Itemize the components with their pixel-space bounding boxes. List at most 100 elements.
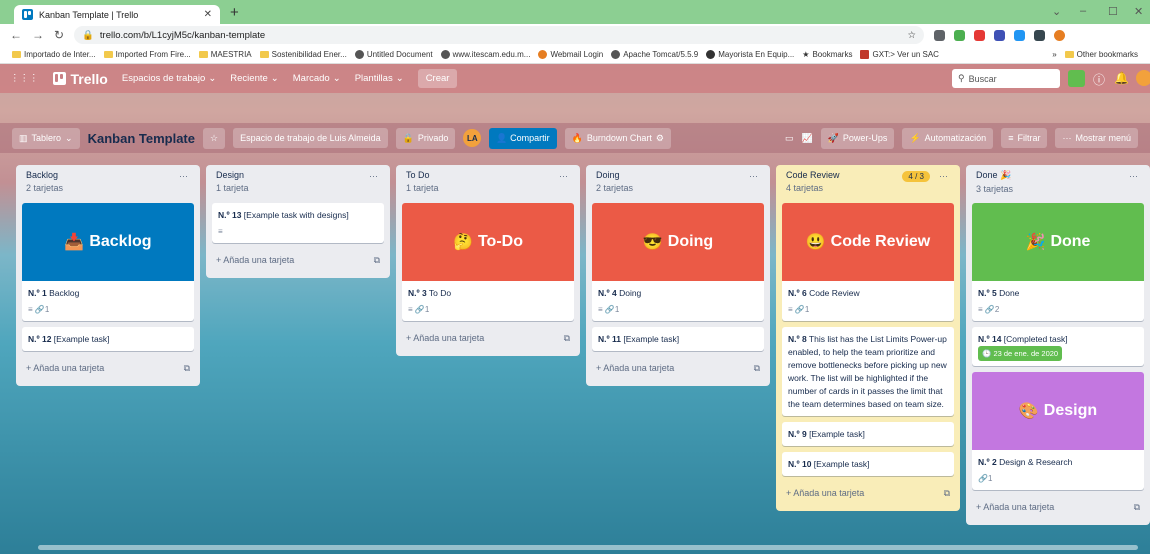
atlassian-icon[interactable] xyxy=(1068,70,1085,87)
list-header[interactable]: Done 🎉 3 tarjetas ··· xyxy=(972,165,1144,203)
template-icon[interactable]: ⧉ xyxy=(374,255,380,266)
close-tab-icon[interactable]: ✕ xyxy=(204,9,212,20)
create-button[interactable]: Crear xyxy=(417,69,458,88)
minimize-icon[interactable]: – xyxy=(1080,5,1086,17)
burndown-chart-button[interactable]: 🔥 Burndown Chart ⚙ xyxy=(564,127,671,149)
list-menu-icon[interactable]: ··· xyxy=(939,171,948,181)
list-header[interactable]: Code Review 4 tarjetas 4 / 3 ··· xyxy=(782,165,954,203)
search-input[interactable]: ⚲ Buscar xyxy=(952,69,1060,88)
list-menu-icon[interactable]: ··· xyxy=(369,171,378,181)
bookmark-item[interactable]: Mayorista En Equip... xyxy=(706,50,794,59)
profile-icon[interactable] xyxy=(1054,29,1066,41)
list-header[interactable]: Backlog 2 tarjetas ··· xyxy=(22,165,194,203)
list-menu-icon[interactable]: ··· xyxy=(749,171,758,181)
chart-icon[interactable]: 📈 xyxy=(801,133,812,144)
extension-icon[interactable] xyxy=(954,29,966,41)
bookmark-item[interactable]: Apache Tomcat/5.5.9 xyxy=(611,50,698,59)
board-title[interactable]: Kanban Template xyxy=(88,131,195,146)
calendar-icon[interactable]: ▭ xyxy=(785,133,794,144)
template-icon[interactable]: ⧉ xyxy=(754,363,760,374)
extension-icon[interactable] xyxy=(994,29,1006,41)
workspace-button[interactable]: Espacio de trabajo de Luis Almeida xyxy=(233,128,388,148)
automation-button[interactable]: ⚡ Automatización xyxy=(902,127,994,149)
template-icon[interactable]: ⧉ xyxy=(564,333,570,344)
card[interactable]: N.º 9 [Example task] xyxy=(782,422,954,446)
list-title[interactable]: Backlog xyxy=(26,170,190,180)
list-menu-icon[interactable]: ··· xyxy=(559,171,568,181)
url-input[interactable]: 🔒 trello.com/b/L1cyjM5c/kanban-template … xyxy=(74,26,925,44)
bookmarks-overflow[interactable]: » xyxy=(1052,50,1056,59)
template-icon[interactable]: ⧉ xyxy=(184,363,190,374)
list-title[interactable]: Done 🎉 xyxy=(976,170,1140,181)
forward-icon[interactable]: → xyxy=(32,28,44,42)
show-menu-button[interactable]: ··· Mostrar menú xyxy=(1055,128,1138,148)
menu-workspaces[interactable]: Espacios de trabajo ⌄ xyxy=(122,73,216,84)
share-button[interactable]: 👤 Compartir xyxy=(489,127,557,149)
list-title[interactable]: Doing xyxy=(596,170,760,180)
extension-icon[interactable] xyxy=(1034,29,1046,41)
bookmark-item[interactable]: ★ Bookmarks xyxy=(802,50,852,59)
bookmark-item[interactable]: Sostenibilidad Ener... xyxy=(259,50,347,59)
card[interactable]: 😃 Code Review N.º 6 Code Review ≡ 🔗1 xyxy=(782,203,954,321)
card[interactable]: N.º 12 [Example task] xyxy=(22,327,194,351)
new-tab-icon[interactable]: + xyxy=(230,4,239,21)
card[interactable]: N.º 14 [Completed task] 🕒 23 de ene. de 2… xyxy=(972,327,1144,366)
star-board-icon[interactable]: ☆ xyxy=(202,127,226,149)
chevron-down-icon[interactable]: ⌄ xyxy=(1052,5,1061,18)
bookmark-item[interactable]: Untitled Document xyxy=(354,50,433,59)
card[interactable]: 🤔 To-Do N.º 3 To Do ≡ 🔗1 xyxy=(402,203,574,321)
list-title[interactable]: To Do xyxy=(406,170,570,180)
trello-logo[interactable]: Trello xyxy=(52,71,108,87)
list-header[interactable]: Design 1 tarjeta ··· xyxy=(212,165,384,203)
info-icon[interactable]: ⓘ xyxy=(1093,71,1105,88)
board-view-switcher[interactable]: ▥ Tablero ⌄ xyxy=(12,127,80,149)
card[interactable]: N.º 11 [Example task] xyxy=(592,327,764,351)
card[interactable]: N.º 8 This list has the List Limits Powe… xyxy=(782,327,954,416)
add-card-button[interactable]: + Añada una tarjeta ⧉ xyxy=(22,357,194,380)
bookmark-item[interactable]: MAESTRIA xyxy=(198,50,252,59)
card[interactable]: 😎 Doing N.º 4 Doing ≡ 🔗1 xyxy=(592,203,764,321)
bookmark-item[interactable]: Importado de Inter... xyxy=(12,50,96,59)
power-ups-button[interactable]: 🚀 Power-Ups xyxy=(820,127,895,149)
list-menu-icon[interactable]: ··· xyxy=(179,171,188,181)
apps-grid-icon[interactable]: ⋮⋮⋮ xyxy=(10,73,39,84)
template-icon[interactable]: ⧉ xyxy=(1134,502,1140,513)
star-icon[interactable]: ☆ xyxy=(908,30,917,41)
add-card-button[interactable]: + Añada una tarjeta ⧉ xyxy=(402,327,574,350)
due-date-badge[interactable]: 🕒 23 de ene. de 2020 xyxy=(978,346,1063,361)
add-card-button[interactable]: + Añada una tarjeta ⧉ xyxy=(782,482,954,505)
bookmark-item[interactable]: Imported From Fire... xyxy=(103,50,191,59)
user-avatar[interactable] xyxy=(1136,70,1150,86)
close-window-icon[interactable]: ✕ xyxy=(1134,5,1143,18)
menu-templates[interactable]: Plantillas ⌄ xyxy=(355,73,404,84)
menu-starred[interactable]: Marcado ⌄ xyxy=(293,73,341,84)
horizontal-scrollbar[interactable] xyxy=(38,545,1138,550)
bookmark-item[interactable]: Webmail Login xyxy=(538,50,603,59)
extension-icon[interactable] xyxy=(934,29,946,41)
browser-tab[interactable]: Kanban Template | Trello ✕ xyxy=(14,5,220,24)
add-card-button[interactable]: + Añada una tarjeta ⧉ xyxy=(972,496,1144,519)
list-header[interactable]: Doing 2 tarjetas ··· xyxy=(592,165,764,203)
bookmark-item[interactable]: www.itescam.edu.m... xyxy=(440,50,530,59)
filter-button[interactable]: ≡ Filtrar xyxy=(1001,128,1048,148)
menu-recent[interactable]: Reciente ⌄ xyxy=(230,73,278,84)
back-icon[interactable]: ← xyxy=(10,28,22,42)
template-icon[interactable]: ⧉ xyxy=(944,488,950,499)
list-title[interactable]: Design xyxy=(216,170,380,180)
add-card-button[interactable]: + Añada una tarjeta ⧉ xyxy=(212,249,384,272)
card[interactable]: 🎉 Done N.º 5 Done ≡ 🔗2 xyxy=(972,203,1144,321)
visibility-button[interactable]: 🔒 Privado xyxy=(395,127,456,149)
member-avatar[interactable]: LA xyxy=(463,129,482,147)
reload-icon[interactable]: ↻ xyxy=(54,28,64,42)
card[interactable]: 🎨 Design N.º 2 Design & Research 🔗1 xyxy=(972,372,1144,490)
card[interactable]: 📥 Backlog N.º 1 Backlog ≡ 🔗1 xyxy=(22,203,194,321)
card[interactable]: N.º 10 [Example task] xyxy=(782,452,954,476)
list-menu-icon[interactable]: ··· xyxy=(1129,171,1138,181)
list-header[interactable]: To Do 1 tarjeta ··· xyxy=(402,165,574,203)
bookmark-item[interactable]: GXT:> Ver un SAC xyxy=(860,50,939,59)
card[interactable]: N.º 13 [Example task with designs] ≡ xyxy=(212,203,384,243)
bell-icon[interactable]: 🔔 xyxy=(1114,71,1129,85)
add-card-button[interactable]: + Añada una tarjeta ⧉ xyxy=(592,357,764,380)
bookmark-item[interactable]: Other bookmarks xyxy=(1064,50,1138,59)
maximize-icon[interactable]: ☐ xyxy=(1108,5,1118,18)
